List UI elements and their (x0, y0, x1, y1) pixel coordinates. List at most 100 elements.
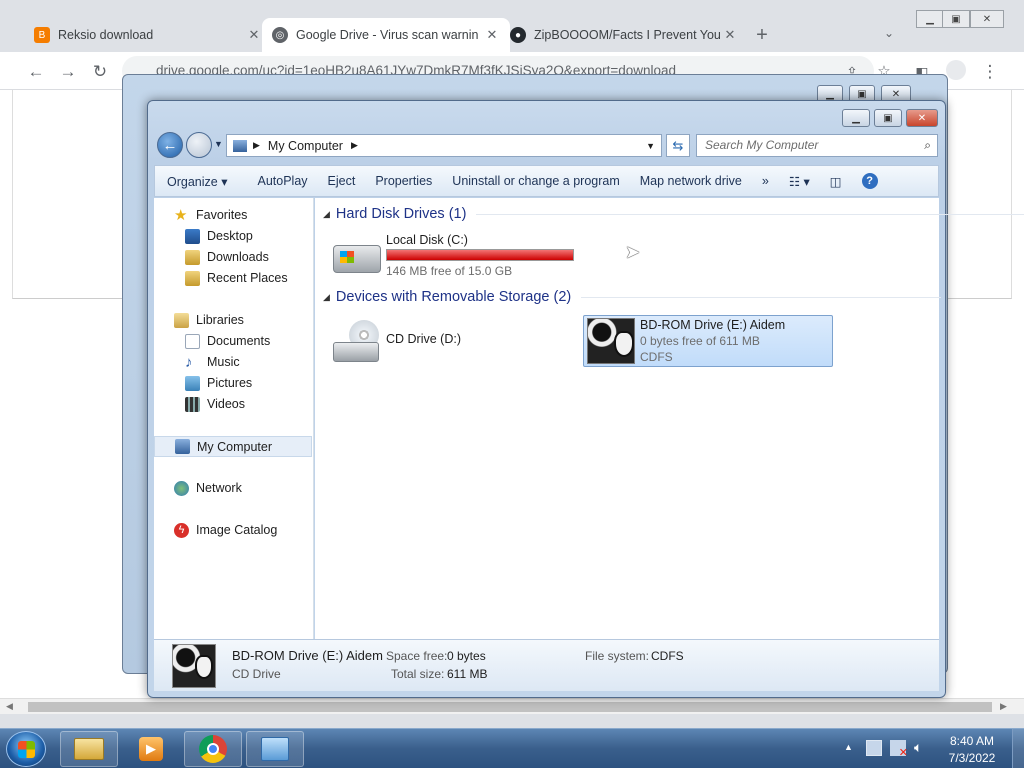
group-removable-storage[interactable]: ◢ Devices with Removable Storage (2) (323, 289, 942, 305)
taskbar-explorer[interactable] (60, 731, 118, 767)
close-button[interactable]: ✕ (970, 10, 1004, 28)
properties-button[interactable]: Properties (365, 174, 442, 188)
computer-icon (175, 439, 190, 454)
group-hard-disk-drives[interactable]: ◢ Hard Disk Drives (1) (323, 206, 1024, 222)
address-bar[interactable]: ▶ My Computer ▶ ▼ (226, 134, 662, 157)
hard-disk-icon (333, 245, 381, 273)
show-desktop-button[interactable] (1012, 729, 1024, 768)
search-icon[interactable]: ⌕ (924, 135, 931, 156)
scrollbar-thumb[interactable] (28, 702, 992, 712)
change-view-icon[interactable]: ☷ ▾ (779, 174, 820, 189)
breadcrumb-arrow-icon[interactable]: ▶ (351, 140, 358, 151)
back-button[interactable]: ← (157, 132, 183, 158)
tab-github[interactable]: ● ZipBOOOOM/Facts I Prevent You ✕ (500, 18, 748, 52)
drive-e-filesystem: CDFS (640, 350, 673, 364)
nav-label: Recent Places (207, 271, 288, 285)
breadcrumb-my-computer[interactable]: My Computer (268, 139, 343, 153)
space-free-label: Space free: (386, 649, 448, 663)
nav-pictures[interactable]: Pictures (154, 373, 312, 393)
explorer-maximize-button[interactable]: ▣ (874, 109, 902, 127)
preview-pane-icon[interactable]: ◫ (820, 174, 852, 189)
menu-icon[interactable]: ⋮ (980, 62, 1000, 82)
explorer-minimize-button[interactable]: ▁ (842, 109, 870, 127)
profile-avatar[interactable] (946, 60, 966, 80)
nav-music[interactable]: ♪ Music (154, 352, 312, 372)
blogger-icon: B (34, 27, 50, 43)
videos-icon (185, 396, 200, 412)
nav-videos[interactable]: Videos (154, 394, 312, 414)
back-icon[interactable]: ← (26, 62, 46, 82)
show-hidden-icons[interactable]: ▲ (844, 742, 853, 752)
reload-icon[interactable]: ↻ (90, 62, 110, 82)
minimize-button[interactable]: ▁ (916, 10, 944, 28)
action-center-icon[interactable] (866, 740, 882, 756)
breadcrumb-arrow-icon[interactable]: ▶ (253, 140, 260, 151)
file-system-value: CDFS (651, 649, 684, 663)
address-dropdown-icon[interactable]: ▼ (646, 141, 655, 151)
uninstall-program-button[interactable]: Uninstall or change a program (442, 174, 629, 188)
clock-date[interactable]: 7/3/2022 (942, 751, 1002, 765)
drive-c[interactable]: Local Disk (C:) 146 MB free of 15.0 GB (333, 233, 583, 281)
nav-documents[interactable]: Documents (154, 331, 312, 351)
eject-button[interactable]: Eject (318, 174, 366, 188)
nav-network[interactable]: Network (154, 478, 312, 498)
recent-places-icon (185, 270, 200, 286)
network-status-icon[interactable]: ✕ (890, 740, 908, 759)
taskbar-control-panel[interactable] (246, 731, 304, 767)
drive-e[interactable]: BD-ROM Drive (E:) Aidem 0 bytes free of … (583, 315, 833, 367)
taskbar-chrome[interactable] (184, 731, 242, 767)
nav-recent-places[interactable]: Recent Places (154, 268, 312, 288)
volume-icon[interactable]: 🔈︎ (914, 739, 922, 756)
scroll-right-icon[interactable]: ▶ (1000, 701, 1007, 712)
nav-label: Libraries (196, 313, 244, 327)
organize-button[interactable]: Organize ▾ (155, 174, 237, 189)
taskbar-media-player[interactable]: ▶ (122, 731, 180, 767)
map-network-drive-button[interactable]: Map network drive (630, 174, 752, 188)
search-input[interactable]: Search My Computer ⌕ (696, 134, 938, 157)
nav-downloads[interactable]: Downloads (154, 247, 312, 267)
nav-label: Image Catalog (196, 523, 278, 537)
drive-c-free-space: 146 MB free of 15.0 GB (386, 264, 513, 278)
tab-close-icon[interactable]: ✕ (484, 27, 500, 43)
globe-icon: ◎ (272, 27, 288, 43)
more-commands-button[interactable]: » (752, 174, 779, 188)
nav-label: Music (207, 355, 240, 369)
explorer-close-button[interactable]: ✕ (906, 109, 938, 127)
clock-time[interactable]: 8:40 AM (942, 734, 1002, 748)
collapse-icon[interactable]: ◢ (323, 209, 330, 220)
tab-close-icon[interactable]: ✕ (246, 27, 262, 43)
explorer-window: ▁ ▣ ✕ ← ▼ ▶ My Computer ▶ ▼ ⇆ Search My … (147, 100, 1024, 698)
collapse-icon[interactable]: ◢ (323, 292, 330, 303)
refresh-icon[interactable]: ⇆ (666, 134, 690, 157)
nav-desktop[interactable]: Desktop (154, 226, 312, 246)
nav-my-computer[interactable]: My Computer (154, 436, 312, 457)
horizontal-scrollbar[interactable]: ◀ ▶ (0, 698, 1024, 714)
file-system-label: File system: (585, 649, 650, 663)
drive-c-usage-bar (386, 249, 574, 261)
help-icon[interactable]: ? (852, 173, 888, 189)
cd-drive-icon (333, 320, 381, 364)
tab-reksio-download[interactable]: B Reksio download ✕ (24, 18, 272, 52)
tab-close-icon[interactable]: ✕ (722, 27, 738, 43)
recent-pages-icon[interactable]: ▼ (214, 139, 223, 149)
nav-label: Network (196, 481, 242, 495)
details-pane: BD-ROM Drive (E:) Aidem CD Drive Space f… (154, 639, 939, 691)
forward-button[interactable] (186, 132, 212, 158)
nav-favorites[interactable]: ★ Favorites (154, 205, 312, 225)
lightning-icon: ϟ (174, 522, 189, 538)
scroll-left-icon[interactable]: ◀ (6, 701, 13, 712)
new-tab-button[interactable]: + (750, 24, 774, 48)
drive-d[interactable]: CD Drive (D:) (333, 316, 583, 366)
nav-image-catalog[interactable]: ϟ Image Catalog (154, 520, 312, 540)
tab-search-icon[interactable]: ⌄ (884, 26, 894, 40)
autoplay-button[interactable]: AutoPlay (237, 174, 317, 188)
tab-google-drive[interactable]: ◎ Google Drive - Virus scan warnin ✕ (262, 18, 510, 52)
nav-libraries[interactable]: Libraries (154, 310, 312, 330)
forward-icon[interactable]: → (58, 62, 78, 82)
disc-artwork-icon (587, 318, 635, 364)
nav-label: Documents (207, 334, 271, 348)
command-bar: Organize ▾ AutoPlay Eject Properties Uni… (154, 165, 939, 197)
maximize-button[interactable]: ▣ (942, 10, 970, 28)
start-button[interactable] (6, 731, 46, 767)
tab-title: Reksio download (58, 28, 154, 42)
